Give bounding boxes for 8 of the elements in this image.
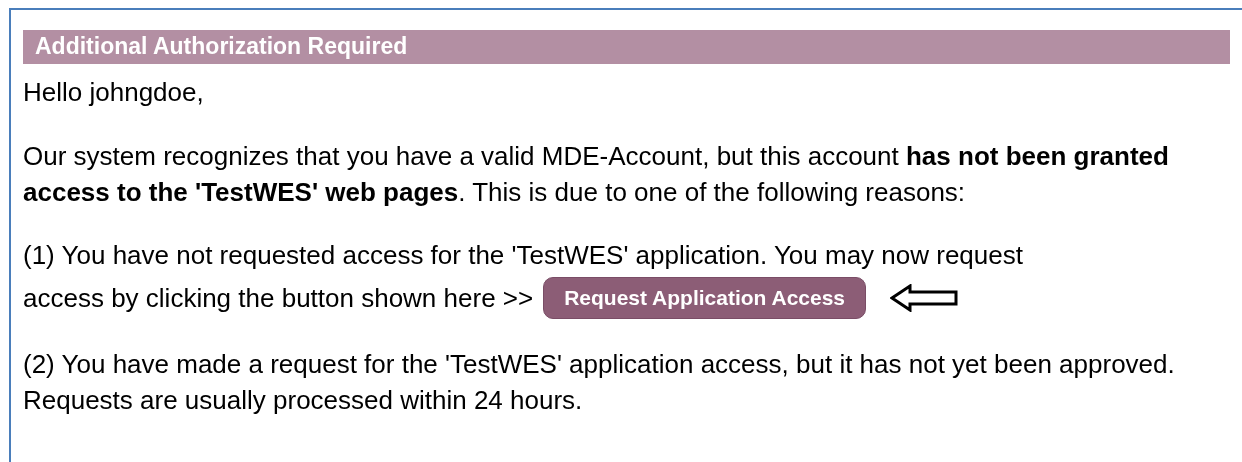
request-access-button[interactable]: Request Application Access [543, 277, 867, 319]
left-arrow-icon [890, 284, 959, 312]
message-paragraph: (1) You have not requested access for the 'TestWES' application. You may now request [23, 239, 1024, 272]
message-paragraph: Our system recognizes that you have a valid MDE-Account, but this account has not been granted access to the 'TestWES' web pages. This is due to one of the following reasons: [23, 140, 1170, 209]
greeting-text: Hello johngdoe, [23, 76, 205, 109]
section-header: Additional Authorization Required [23, 30, 1230, 64]
message-paragraph: (2) You have made a request for the 'TestWES' application access, but it has not yet been approved. Requests are usually processed within 24 hours. [23, 348, 1176, 417]
message-text: access by clicking the button shown here >> [23, 282, 534, 315]
